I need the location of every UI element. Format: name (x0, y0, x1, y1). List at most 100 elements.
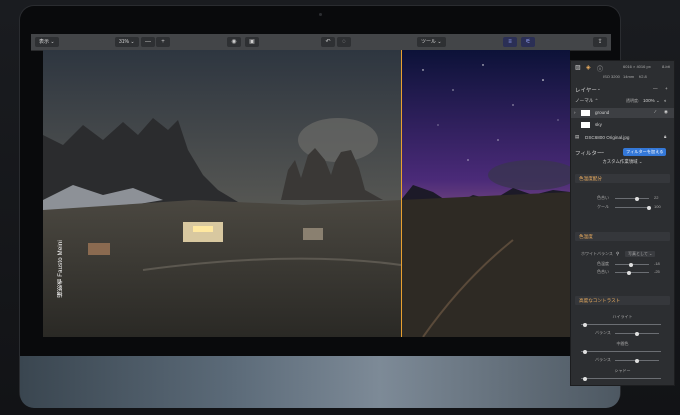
slider-knob[interactable] (635, 331, 639, 336)
brush-icon[interactable]: ⁄ (655, 109, 656, 114)
white-balance-label: ホワイトバランス (581, 251, 613, 256)
eye-icon[interactable]: ◉ (227, 37, 241, 47)
adjust-icon[interactable]: ⚟ (521, 37, 535, 47)
comparison-split-line[interactable] (401, 50, 402, 337)
layer-name: sky (595, 122, 602, 127)
slider-row: 色温度 -18 (571, 261, 674, 267)
chevron-down-icon[interactable]: ⌄ (601, 149, 605, 155)
layers-view-icon[interactable]: ≡ (503, 37, 517, 47)
slider-track[interactable] (581, 376, 661, 381)
camera-icon (319, 13, 322, 16)
slider-row (571, 349, 674, 354)
slider-value[interactable]: 22 (654, 195, 658, 200)
photo-credit: 撮影者 Fausto Meini (58, 240, 64, 298)
white-balance-value: 写真として (628, 251, 648, 256)
white-balance-dropdown[interactable]: 写真として ⌄ (625, 251, 656, 257)
slider-row: 色合い 22 (571, 195, 674, 201)
slider-track[interactable] (615, 262, 649, 267)
layer-name: ground (595, 110, 610, 115)
white-balance-row: ホワイトバランス ⚲ 写真として ⌄ (571, 251, 674, 258)
section-header[interactable]: 高度なコントラスト (575, 296, 670, 305)
blend-row: ノーマル ⌃ 透明度: 100% ⌄ ◐ (571, 98, 674, 105)
section-title: 高度なコントラスト (579, 298, 621, 303)
tools-dropdown[interactable]: ツール ⌄ (417, 37, 446, 47)
eye-icon[interactable]: ◉ (664, 109, 668, 115)
eyedropper-icon[interactable]: ⚲ (616, 251, 619, 257)
layer-item[interactable]: › ground ⁄ ◉ (571, 108, 674, 118)
view-dropdown[interactable]: 表示 ⌄ (35, 37, 59, 47)
history-icon[interactable]: ◌ (337, 37, 351, 47)
section-header[interactable]: 色温度 (575, 232, 670, 241)
layer-item[interactable]: sky (571, 120, 674, 130)
imac-chin (20, 356, 620, 408)
slider-row: バランス (571, 357, 674, 363)
slider-track[interactable] (581, 349, 661, 354)
undo-icon[interactable]: ↶ (321, 37, 335, 47)
chevron-down-icon[interactable]: ⌄ (656, 98, 660, 104)
section-title: 色温度配分 (579, 176, 602, 181)
slider-track[interactable] (615, 205, 651, 210)
slider-label: 色合い (597, 195, 609, 200)
slider-label: バランス (595, 357, 611, 362)
slider-track[interactable] (615, 331, 659, 336)
panel-icons-row: ▨ ◈ ⓘ 6016 × 4016 px 8-bit (571, 64, 674, 73)
section-title: 色温度 (579, 234, 593, 239)
photo-canvas[interactable]: 撮影者 Fausto Meini (43, 50, 570, 337)
slider-label: クール (597, 204, 609, 209)
lock-icon[interactable]: 🔒︎ (664, 134, 666, 139)
layers-icon[interactable]: ◈ (586, 64, 591, 71)
slider-track[interactable] (615, 358, 659, 363)
slider-knob[interactable] (583, 349, 587, 354)
slider-knob[interactable] (635, 196, 639, 201)
slider-value[interactable]: -18 (654, 261, 660, 266)
slider-track[interactable] (581, 322, 661, 327)
chevron-right-icon[interactable]: › (574, 110, 576, 115)
zoom-out-button[interactable]: — (141, 37, 155, 47)
section-header[interactable]: 色温度配分 (575, 174, 670, 183)
workspace-row[interactable]: カスタム作業領域 ⌄ (571, 159, 674, 167)
iso-value: ISO 3200 (603, 74, 620, 79)
zoom-in-button[interactable]: + (156, 37, 170, 47)
layer-item[interactable]: ▤ DSC6800 Original.jpg 🔒︎ (571, 133, 674, 143)
slider-row (571, 376, 674, 381)
compare-icon[interactable]: ▣ (245, 37, 259, 47)
slider-knob[interactable] (647, 205, 651, 210)
workspace-dropdown[interactable]: カスタム作業領域 (602, 159, 637, 164)
layers-header: レイヤー ⌄ — + (571, 86, 674, 94)
tools-label: ツール (421, 39, 437, 45)
slider-label: 色合い (597, 269, 609, 274)
image-icon[interactable]: ▨ (575, 64, 581, 71)
slider-row: クール 100 (571, 204, 674, 210)
group-title: 中間色 (616, 341, 629, 346)
slider-knob[interactable] (583, 376, 587, 381)
group-title: ハイライト (612, 314, 633, 319)
focal-value: 14mm (623, 74, 635, 79)
chevron-down-icon[interactable]: ⌄ (597, 86, 601, 92)
slider-value[interactable]: 100 (654, 204, 661, 209)
group-title: シャドー (614, 368, 631, 373)
slider-knob[interactable] (627, 270, 631, 275)
slider-value[interactable]: -25 (654, 269, 660, 274)
remove-layer-button[interactable]: — (653, 86, 658, 91)
aperture-value: f/2.8 (639, 74, 647, 79)
bit-depth: 8-bit (662, 64, 670, 69)
visibility-toggle-icon[interactable]: ◐ (664, 98, 667, 103)
zoom-value: 31% (119, 39, 130, 45)
top-toolbar: 表示 ⌄ 31% ⌄ — + ◉ ▣ ↶ ◌ ツール ⌄ ≡ ⚟ ⇪ (31, 34, 611, 51)
info-icon[interactable]: ⓘ (597, 64, 603, 73)
add-filter-button[interactable]: フィルターを加える (623, 148, 667, 156)
slider-knob[interactable] (635, 358, 639, 363)
blend-mode-value: ノーマル (575, 98, 594, 103)
image-file-icon: ▤ (575, 134, 580, 139)
share-icon[interactable]: ⇪ (593, 37, 607, 47)
opacity-value[interactable]: 100% (643, 98, 655, 103)
blend-mode-dropdown[interactable]: ノーマル ⌃ (575, 98, 599, 104)
zoom-dropdown[interactable]: 31% ⌄ (115, 37, 139, 47)
slider-knob[interactable] (629, 262, 633, 267)
add-layer-button[interactable]: + (665, 86, 668, 91)
slider-knob[interactable] (583, 322, 587, 327)
slider-track[interactable] (615, 270, 649, 275)
slider-label: 色温度 (597, 261, 609, 266)
layers-panel: ▨ ◈ ⓘ 6016 × 4016 px 8-bit ISO 3200 14mm… (570, 60, 675, 386)
slider-track[interactable] (615, 196, 649, 201)
